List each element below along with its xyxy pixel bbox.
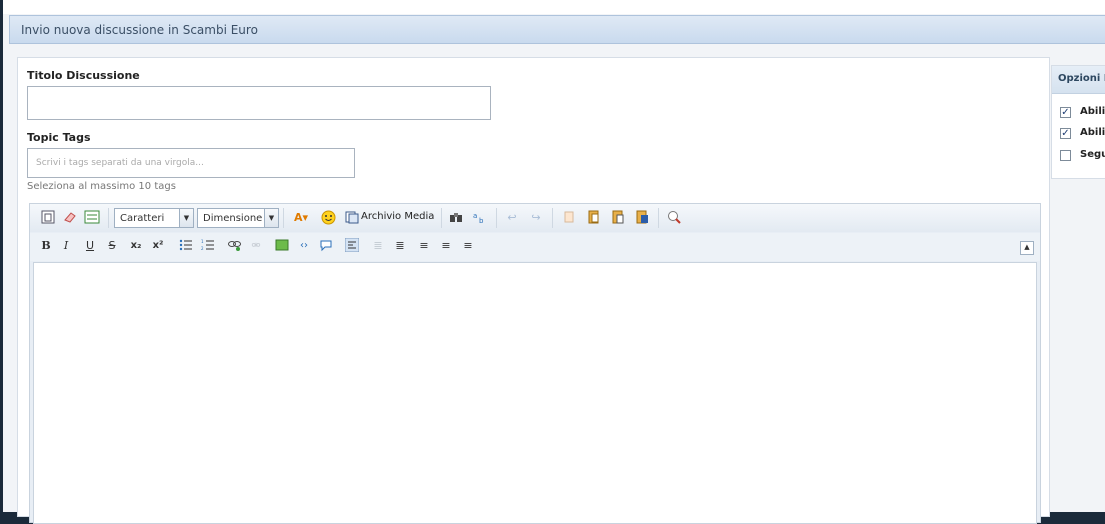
toolbar-separator: [283, 208, 284, 228]
eraser-icon[interactable]: [62, 210, 78, 226]
unlink-icon[interactable]: ⚮: [248, 238, 264, 254]
justify-center-icon[interactable]: ≡: [438, 238, 454, 254]
source-icon[interactable]: [40, 210, 56, 226]
spellcheck-icon[interactable]: [666, 210, 682, 226]
quote-icon[interactable]: [318, 238, 334, 254]
replace-icon[interactable]: ab: [472, 210, 488, 226]
rich-text-editor: Caratteri ▼ Dimensione ▼ A▾ Archivio Med…: [29, 203, 1041, 524]
bold-icon[interactable]: B: [38, 238, 54, 254]
svg-text:a: a: [473, 212, 477, 220]
toolbar-separator: [552, 208, 553, 228]
editor-content-area[interactable]: [33, 262, 1037, 524]
toolbar-separator: [108, 208, 109, 228]
chevron-down-icon: ▼: [264, 209, 278, 227]
justify-right-icon[interactable]: ≡: [460, 238, 476, 254]
options-panel-title: Opzioni M: [1058, 73, 1105, 84]
indent-icon[interactable]: ≣: [392, 238, 408, 254]
underline-icon[interactable]: U: [82, 238, 98, 254]
text-color-icon[interactable]: A▾: [290, 210, 312, 226]
superscript-icon[interactable]: x²: [150, 238, 166, 254]
paste-word-icon[interactable]: [634, 210, 650, 226]
top-strip: [3, 0, 1105, 14]
tags-hint: Seleziona al massimo 10 tags: [27, 181, 176, 192]
tags-label: Topic Tags: [27, 131, 91, 144]
subscript-icon[interactable]: x₂: [128, 238, 144, 254]
media-icon[interactable]: [344, 210, 360, 226]
editor-toolbar-row-1: Caratteri ▼ Dimensione ▼ A▾ Archivio Med…: [30, 204, 1040, 232]
checkbox-checked[interactable]: ✓: [1060, 107, 1071, 118]
font-select-label: Caratteri: [120, 213, 165, 224]
find-icon[interactable]: [448, 210, 464, 226]
option-label: Segui: [1080, 149, 1105, 160]
wysiwyg-icon[interactable]: [84, 210, 100, 226]
toolbar-separator: [496, 208, 497, 228]
title-bar: Invio nuova discussione in Scambi Euro: [9, 15, 1105, 44]
options-panel: Opzioni M ✓ Abilit ✓ Abilit Segui: [1051, 65, 1105, 179]
size-select-label: Dimensione: [203, 213, 263, 224]
svg-text:b: b: [479, 217, 484, 224]
outdent-icon[interactable]: ≣: [370, 238, 386, 254]
editor-toolbar-row-2: B I U S x₂ x² 12 ⚮ ‹› ≣ ≣ ≡ ≡ ≡ ▲: [30, 233, 1040, 261]
justify-left-icon[interactable]: ≡: [416, 238, 432, 254]
svg-text:1: 1: [201, 239, 204, 244]
image-icon[interactable]: [274, 238, 290, 254]
redo-icon[interactable]: ↪: [528, 210, 544, 226]
svg-text:2: 2: [201, 246, 204, 251]
checkbox-unchecked[interactable]: [1060, 150, 1071, 161]
italic-icon[interactable]: I: [58, 238, 74, 254]
option-label: Abilit: [1080, 106, 1105, 117]
copy-icon[interactable]: [586, 210, 602, 226]
collapse-toolbar-icon[interactable]: ▲: [1020, 241, 1034, 255]
title-label: Titolo Discussione: [27, 69, 140, 82]
title-input[interactable]: [27, 86, 491, 120]
paste-icon[interactable]: [610, 210, 626, 226]
smiley-icon[interactable]: [320, 210, 336, 226]
tags-placeholder: Scrivi i tags separati da una virgola...: [36, 158, 204, 168]
option-label: Abilit: [1080, 127, 1105, 138]
media-archive-label[interactable]: Archivio Media: [361, 211, 434, 222]
new-thread-form: Titolo Discussione Topic Tags Scrivi i t…: [17, 57, 1050, 524]
page: Invio nuova discussione in Scambi Euro T…: [3, 0, 1105, 524]
undo-icon[interactable]: ↩: [504, 210, 520, 226]
toolbar-separator: [441, 208, 442, 228]
font-select[interactable]: Caratteri ▼: [114, 208, 194, 228]
options-panel-header: Opzioni M: [1052, 66, 1105, 94]
toolbar-separator: [658, 208, 659, 228]
size-select[interactable]: Dimensione ▼: [197, 208, 279, 228]
strikethrough-icon[interactable]: S: [104, 238, 120, 254]
chevron-down-icon: ▼: [179, 209, 193, 227]
cut-icon[interactable]: [562, 210, 578, 226]
align-left-icon[interactable]: [344, 237, 360, 254]
tags-input[interactable]: Scrivi i tags separati da una virgola...: [27, 148, 355, 178]
code-icon[interactable]: ‹›: [296, 238, 312, 254]
bullet-list-icon[interactable]: [178, 238, 194, 254]
link-icon[interactable]: [226, 238, 242, 254]
checkbox-checked[interactable]: ✓: [1060, 128, 1071, 139]
page-title: Invio nuova discussione in Scambi Euro: [21, 23, 258, 37]
numbered-list-icon[interactable]: 12: [200, 238, 216, 254]
